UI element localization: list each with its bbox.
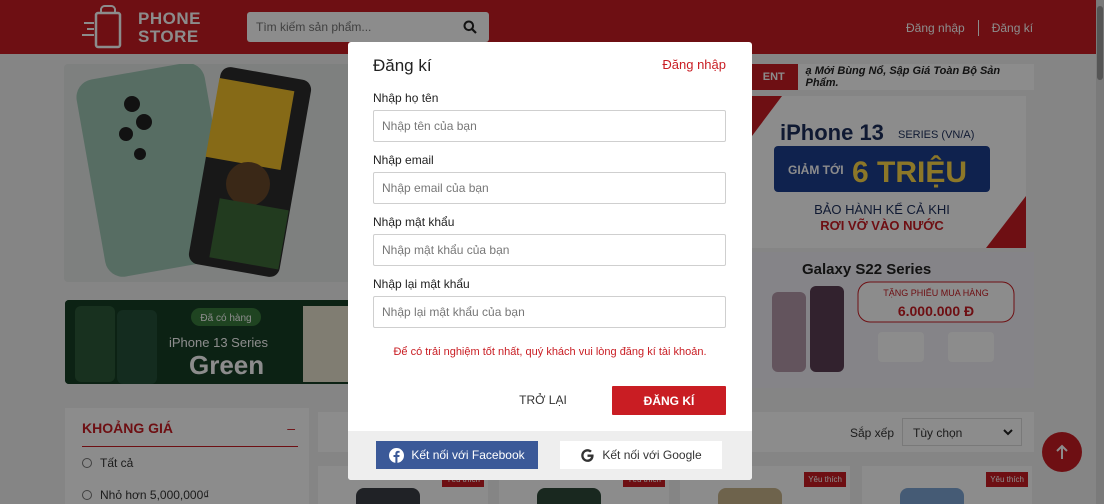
register-notice: Để có trải nghiệm tốt nhất, quý khách vu… <box>393 346 707 358</box>
fullname-input[interactable] <box>373 110 726 142</box>
confirm-password-label: Nhập lại mật khẩu <box>373 277 470 291</box>
switch-to-login-link[interactable]: Đăng nhập <box>662 57 726 72</box>
google-connect-button[interactable]: Kết nối với Google <box>560 441 722 469</box>
modal-title: Đăng kí <box>373 56 432 75</box>
google-button-label: Kết nối với Google <box>602 448 702 462</box>
email-label: Nhập email <box>373 153 434 167</box>
password-input[interactable] <box>373 234 726 266</box>
fullname-label: Nhập họ tên <box>373 91 439 105</box>
facebook-icon <box>389 447 405 463</box>
facebook-connect-button[interactable]: Kết nối với Facebook <box>376 441 538 469</box>
google-icon <box>580 448 595 463</box>
password-label: Nhập mật khẩu <box>373 215 455 229</box>
email-input[interactable] <box>373 172 726 204</box>
register-modal: Đăng kí Đăng nhập Nhập họ tên Nhập email… <box>348 42 752 480</box>
confirm-password-input[interactable] <box>373 296 726 328</box>
facebook-button-label: Kết nối với Facebook <box>411 448 525 462</box>
register-submit-button[interactable]: ĐĂNG KÍ <box>612 386 726 415</box>
social-login-bar: Kết nối với Facebook Kết nối với Google <box>348 431 752 480</box>
back-button[interactable]: TRỞ LẠI <box>498 386 588 414</box>
